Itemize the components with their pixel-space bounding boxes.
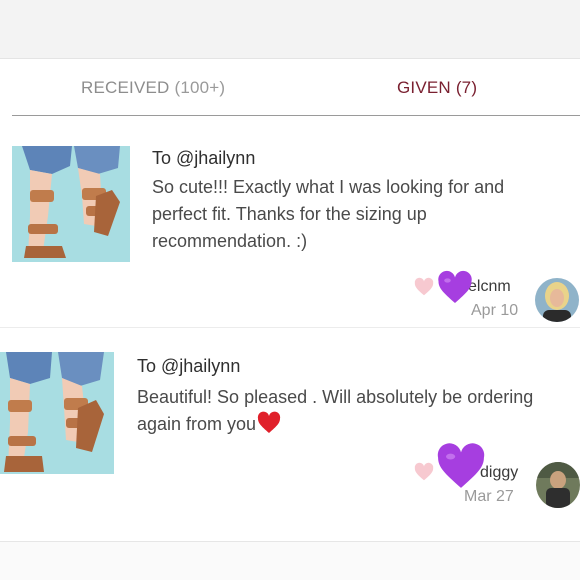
reviewer-avatar[interactable] <box>535 278 579 322</box>
tab-underline <box>12 115 580 116</box>
review-message: Beautiful! So pleased . Will absolutely … <box>137 384 557 438</box>
review-date: Mar 27 <box>464 488 514 505</box>
red-heart-emoji-icon <box>257 411 281 433</box>
tab-received-label: RECEIVED <box>81 78 170 97</box>
purple-heart-emoji-icon <box>438 270 472 303</box>
product-thumbnail[interactable] <box>0 352 114 474</box>
top-bar <box>0 0 580 59</box>
heart-icon[interactable] <box>413 461 435 483</box>
review-recipient[interactable]: To @jhailynn <box>137 356 240 377</box>
heart-icon[interactable] <box>413 276 435 298</box>
review-message: So cute!!! Exactly what I was looking fo… <box>152 177 505 251</box>
product-thumbnail[interactable] <box>12 146 130 262</box>
reviewer-avatar[interactable] <box>536 462 580 508</box>
tab-given[interactable]: GIVEN (7) <box>397 78 477 98</box>
purple-heart-emoji-icon <box>437 443 485 488</box>
tab-received-count: (100+) <box>174 78 226 97</box>
review-date: Apr 10 <box>471 302 519 319</box>
reviewer-username[interactable]: elcnm <box>468 278 511 296</box>
bottom-bar <box>0 542 580 580</box>
review-tabs: RECEIVED (100+) GIVEN (7) <box>0 58 580 116</box>
review-card: To @jhailynn So cute!!! Exactly what I w… <box>0 118 580 326</box>
review-card: To @jhailynn Beautiful! So pleased . Wil… <box>0 327 580 542</box>
review-recipient[interactable]: To @jhailynn <box>152 148 255 169</box>
tab-received[interactable]: RECEIVED (100+) <box>81 78 225 98</box>
review-message-text: Beautiful! So pleased . Will absolutely … <box>137 387 534 434</box>
